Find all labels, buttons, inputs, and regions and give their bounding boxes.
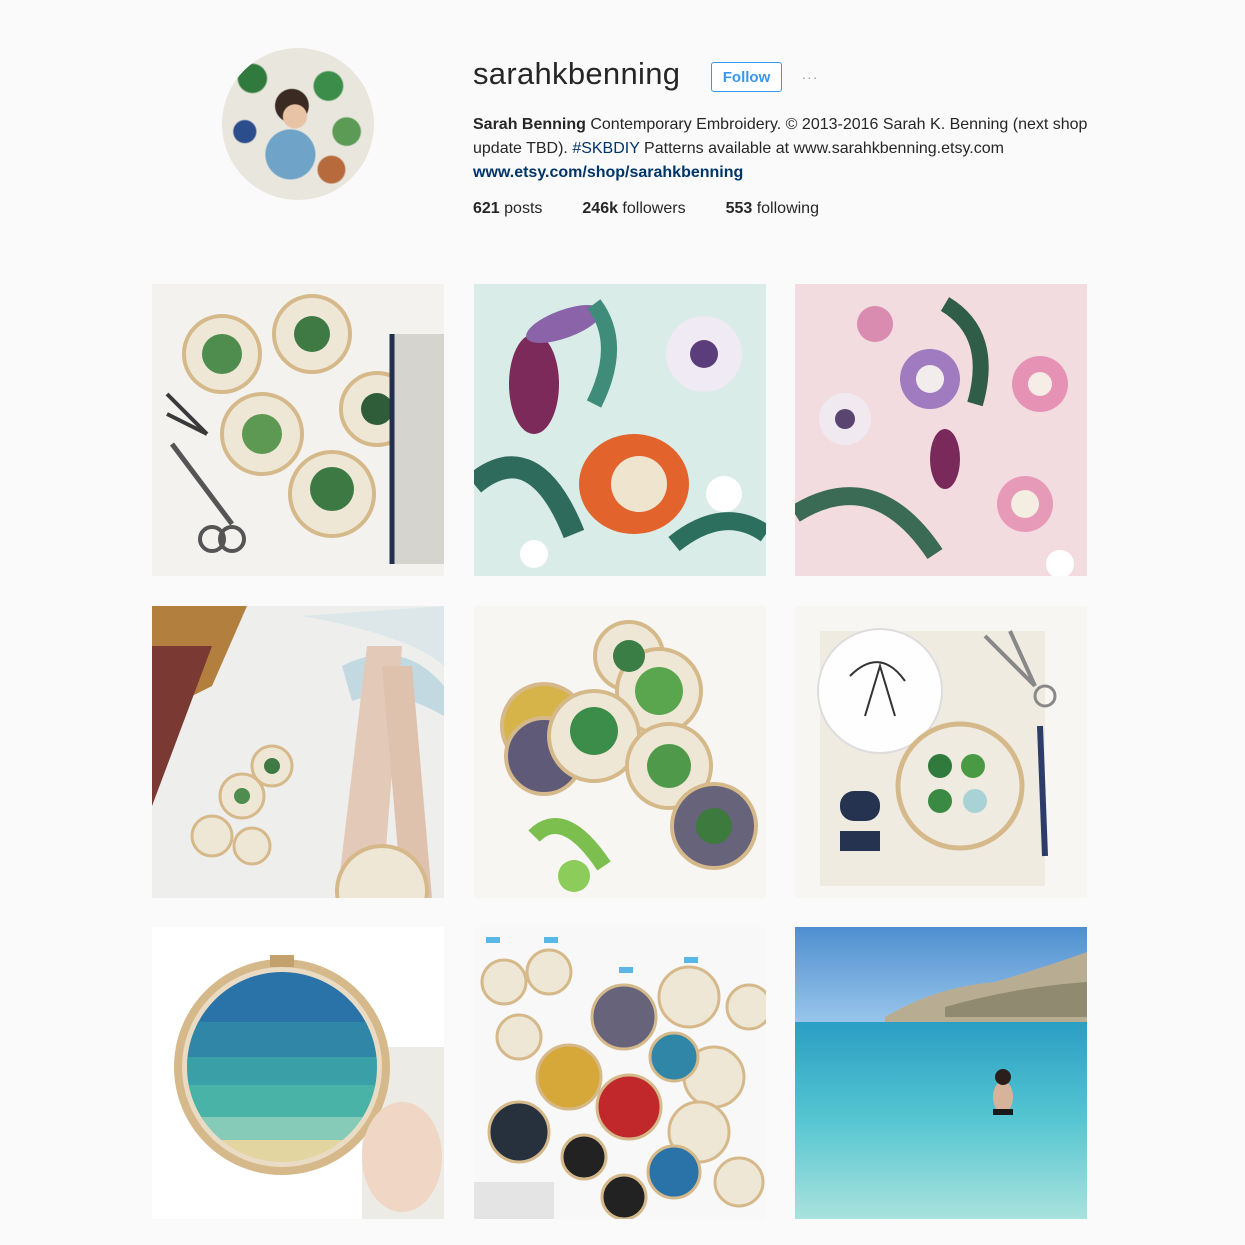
more-options-icon[interactable]: ··· [796,69,824,85]
posts-stat: 621 posts [473,200,542,218]
following-stat[interactable]: 553 following [726,200,819,218]
post-thumbnail[interactable] [152,284,444,576]
following-label: following [752,200,819,217]
post-thumbnail[interactable] [152,927,444,1219]
profile-avatar[interactable] [222,48,374,200]
followers-count: 246k [582,200,618,217]
post-thumbnail[interactable] [474,606,766,898]
full-name: Sarah Benning [473,116,586,133]
profile-header: sarahkbenning Follow ··· Sarah Benning C… [0,0,1245,260]
profile-stats: 621 posts 246k followers 553 following [473,200,859,218]
hashtag-link[interactable]: #SKBDIY [572,140,639,157]
website-link[interactable]: www.etsy.com/shop/sarahkbenning [473,161,1093,185]
posts-label: posts [499,200,543,217]
post-grid [152,284,1087,1219]
post-thumbnail[interactable] [795,606,1087,898]
post-thumbnail[interactable] [474,927,766,1219]
followers-stat[interactable]: 246k followers [582,200,685,218]
post-thumbnail[interactable] [474,284,766,576]
post-thumbnail[interactable] [795,284,1087,576]
post-thumbnail[interactable] [152,606,444,898]
profile-bio: Sarah Benning Contemporary Embroidery. ©… [473,113,1093,185]
post-thumbnail[interactable] [795,927,1087,1219]
followers-label: followers [617,200,686,217]
bio-text-2: Patterns available at www.sarahkbenning.… [639,140,1004,157]
username: sarahkbenning [473,56,681,91]
following-count: 553 [725,200,753,217]
posts-count: 621 [473,200,500,217]
follow-button[interactable]: Follow [711,62,782,92]
